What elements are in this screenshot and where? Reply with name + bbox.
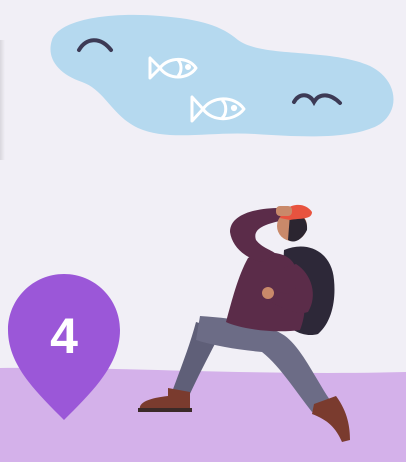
step-number: 4 <box>50 308 78 364</box>
onboarding-illustration: 4 <box>0 0 406 462</box>
illustration-canvas <box>0 14 406 462</box>
